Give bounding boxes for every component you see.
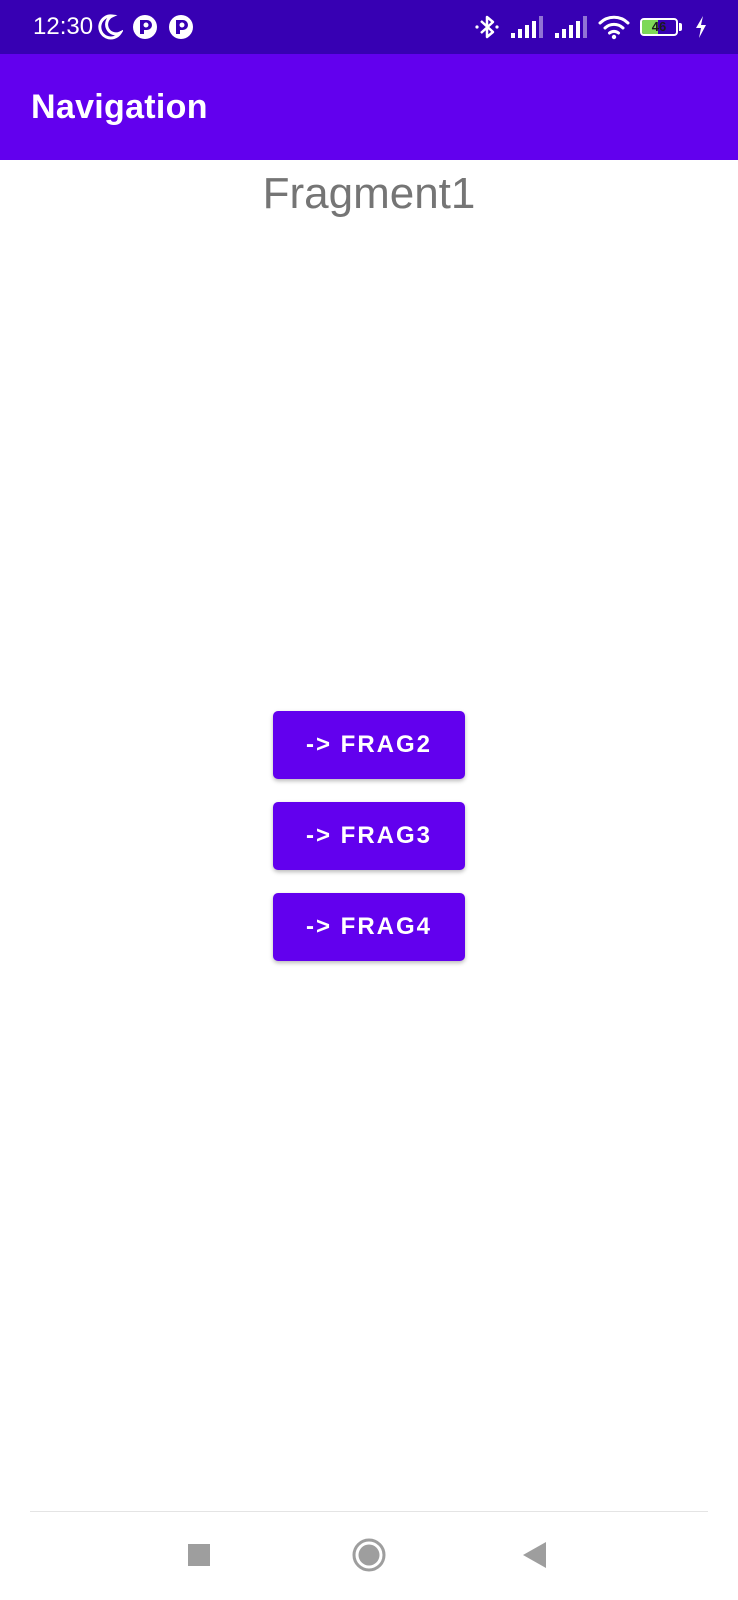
signal-icon xyxy=(510,15,544,39)
home-icon xyxy=(352,1538,386,1577)
status-left-icons xyxy=(95,13,195,41)
notification-app-icon xyxy=(167,13,195,41)
frag4-button[interactable]: -> FRAG4 xyxy=(273,893,465,961)
app-title: Navigation xyxy=(31,88,208,126)
moon-icon xyxy=(95,13,123,41)
status-right-icons: 46 xyxy=(474,13,708,41)
button-group: -> FRAG2 -> FRAG3 -> FRAG4 xyxy=(273,711,465,984)
app-bar: Navigation xyxy=(0,54,738,160)
screen: 12:30 46 Navigation Fragment1 -> FRAG2 -… xyxy=(0,0,738,1600)
back-icon xyxy=(522,1541,548,1574)
recents-icon xyxy=(187,1543,211,1572)
battery-level: 46 xyxy=(651,19,667,34)
bluetooth-icon xyxy=(474,13,500,41)
notification-app-icon xyxy=(131,13,159,41)
status-bar: 12:30 46 xyxy=(0,0,738,54)
status-time: 12:30 xyxy=(33,13,94,40)
system-nav-bar xyxy=(0,1512,738,1600)
back-button[interactable] xyxy=(505,1532,565,1582)
frag3-button[interactable]: -> FRAG3 xyxy=(273,802,465,870)
recents-button[interactable] xyxy=(169,1532,229,1582)
home-button[interactable] xyxy=(339,1532,399,1582)
charging-icon xyxy=(694,15,708,39)
fragment-label: Fragment1 xyxy=(262,169,476,218)
battery-icon: 46 xyxy=(640,17,684,37)
wifi-icon xyxy=(598,14,630,40)
signal-icon xyxy=(554,15,588,39)
frag2-button[interactable]: -> FRAG2 xyxy=(273,711,465,779)
